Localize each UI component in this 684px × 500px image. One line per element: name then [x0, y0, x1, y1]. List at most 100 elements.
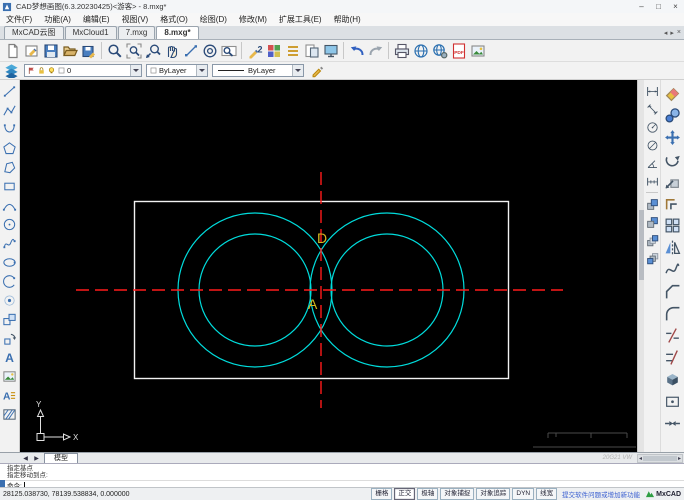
draw-polygon-button[interactable] [1, 139, 19, 158]
measure-button[interactable] [181, 41, 200, 60]
toggle-osnap[interactable]: 对象捕捉 [440, 488, 475, 500]
horizontal-scrollbar[interactable]: ◂ ▸ [637, 453, 683, 463]
trim-button[interactable] [662, 324, 683, 346]
rotate-button[interactable] [662, 148, 683, 170]
print-button[interactable] [392, 41, 411, 60]
block-rotate-button[interactable] [1, 329, 19, 348]
fillet-button[interactable] [662, 302, 683, 324]
layer-combo[interactable]: 0 [24, 64, 142, 77]
menu-modify[interactable]: 修改(M) [233, 13, 273, 26]
menu-edit[interactable]: 编辑(E) [77, 13, 116, 26]
dim-linear-button[interactable] [645, 82, 660, 100]
draw-line-button[interactable] [1, 82, 19, 101]
insert-image-button[interactable] [468, 41, 487, 60]
maximize-button[interactable]: □ [650, 1, 667, 13]
zoom-window-button[interactable] [124, 41, 143, 60]
tab-scroll-left-icon[interactable]: ◂ [664, 29, 668, 37]
hscroll-left-icon[interactable]: ◂ [639, 455, 642, 462]
chamfer-button[interactable] [662, 280, 683, 302]
draw-arc-cse-button[interactable] [1, 272, 19, 291]
dim-edit-button[interactable] [645, 172, 660, 190]
pan-button[interactable] [162, 41, 181, 60]
command-window[interactable]: 指定基点 指定移动到点: 命令: [0, 463, 684, 490]
move-button[interactable] [662, 126, 683, 148]
feedback-link[interactable]: 提交软件问题或增加新功能 [562, 489, 640, 499]
draw-text-button[interactable]: A [1, 348, 19, 367]
scale-button[interactable] [662, 170, 683, 192]
draw-rect-button[interactable] [1, 177, 19, 196]
draw-polyline-button[interactable] [1, 101, 19, 120]
model-tab[interactable]: 模型 [44, 452, 78, 464]
tab-scroll-right-icon[interactable]: ▸ [670, 29, 674, 37]
draw-image-button[interactable] [1, 367, 19, 386]
toggle-dyn[interactable]: DYN [512, 488, 535, 500]
web-settings-button[interactable] [430, 41, 449, 60]
display-button[interactable] [321, 41, 340, 60]
zoom-object-button[interactable] [200, 41, 219, 60]
draw-point-button[interactable] [1, 291, 19, 310]
undo-button[interactable] [347, 41, 366, 60]
toggle-ortho[interactable]: 正交 [394, 488, 416, 500]
insert-block-button[interactable] [1, 310, 19, 329]
drawing-canvas[interactable]: D A Y X [20, 80, 637, 452]
draw-arc3-button[interactable] [1, 196, 19, 215]
color-combo-arrow-icon[interactable] [196, 65, 207, 76]
order-back-button[interactable] [645, 213, 660, 231]
menu-file[interactable]: 文件(F) [0, 13, 38, 26]
tab-mxcad-cloud[interactable]: MxCAD云图 [4, 26, 64, 39]
layout-next-icon[interactable]: ▶ [31, 455, 42, 462]
array-button[interactable] [662, 214, 683, 236]
tab-file-7[interactable]: 7.mxg [117, 26, 156, 39]
menu-format[interactable]: 格式(O) [154, 13, 194, 26]
tab-close-icon[interactable]: × [677, 29, 681, 37]
menu-features[interactable]: 功能(A) [38, 13, 77, 26]
layout-prev-icon[interactable]: ◀ [20, 455, 31, 462]
zoom-in-button[interactable] [105, 41, 124, 60]
tab-file-8[interactable]: 8.mxg* [156, 26, 199, 39]
zoom-scale-button[interactable] [143, 41, 162, 60]
close-button[interactable]: × [667, 1, 684, 13]
toggle-polar[interactable]: 极轴 [417, 488, 439, 500]
palette-button[interactable] [264, 41, 283, 60]
draw-circle-button[interactable] [1, 215, 19, 234]
menu-express-tools[interactable]: 扩展工具(E) [273, 13, 328, 26]
spline-edit-button[interactable] [662, 258, 683, 280]
layer-manager-button[interactable] [3, 62, 20, 79]
draw-mtext-button[interactable]: A [1, 386, 19, 405]
vertical-scrollbar[interactable] [637, 80, 644, 452]
menu-help[interactable]: 帮助(H) [328, 13, 367, 26]
redo-button[interactable] [366, 41, 385, 60]
dim-aligned-button[interactable] [645, 100, 660, 118]
dim-radius-button[interactable] [645, 118, 660, 136]
save-button[interactable] [41, 41, 60, 60]
block-ref-button[interactable] [302, 41, 321, 60]
draw-arc-button[interactable] [1, 120, 19, 139]
dim-diameter-button[interactable] [645, 136, 660, 154]
open-button[interactable] [60, 41, 79, 60]
draw-hatch-button[interactable] [1, 405, 19, 424]
explode-button[interactable] [662, 368, 683, 390]
color-combo[interactable]: ByLayer [146, 64, 208, 77]
linetype-combo[interactable]: ByLayer [212, 64, 304, 77]
extend-button[interactable] [662, 346, 683, 368]
order-up-button[interactable] [645, 231, 660, 249]
order-down-button[interactable] [645, 249, 660, 267]
find-button[interactable] [219, 41, 238, 60]
layer-combo-arrow-icon[interactable] [130, 65, 141, 76]
menu-draw[interactable]: 绘图(D) [194, 13, 233, 26]
linetype-combo-arrow-icon[interactable] [292, 65, 303, 76]
join-button[interactable] [662, 412, 683, 434]
copy-button[interactable] [662, 104, 683, 126]
menu-view[interactable]: 视图(V) [116, 13, 155, 26]
minimize-button[interactable]: – [633, 1, 650, 13]
erase-button[interactable] [662, 82, 683, 104]
order-front-button[interactable] [645, 195, 660, 213]
draw-spline-button[interactable] [1, 234, 19, 253]
export-pdf-button[interactable]: PDF [449, 41, 468, 60]
dim-angular-button[interactable] [645, 154, 660, 172]
toggle-grid[interactable]: 栅格 [371, 488, 393, 500]
new-file-button[interactable] [3, 41, 22, 60]
web-button[interactable] [411, 41, 430, 60]
sketchpad-button[interactable] [22, 41, 41, 60]
tab-mxcloud1[interactable]: MxCloud1 [64, 26, 117, 39]
